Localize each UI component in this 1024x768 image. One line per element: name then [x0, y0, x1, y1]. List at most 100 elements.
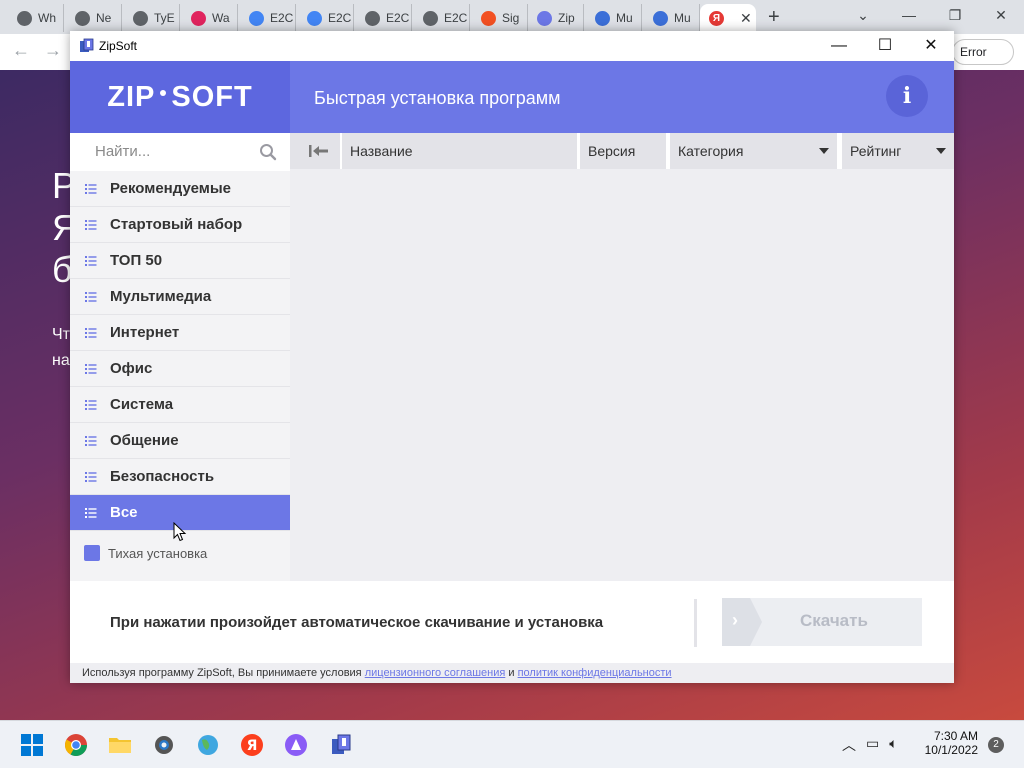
collapse-icon [309, 145, 328, 157]
chrome-icon[interactable] [64, 733, 88, 757]
sidebar-item[interactable]: Общение [70, 423, 290, 459]
browser-close-button[interactable]: ✕ [978, 0, 1024, 34]
install-footer: При нажатии произойдет автоматическое ск… [70, 581, 954, 663]
list-icon [85, 328, 97, 338]
network-icon[interactable]: ▭ [866, 735, 879, 755]
tab-favicon-icon [423, 10, 438, 26]
browser-restore-button[interactable]: ❐ [932, 0, 978, 34]
error-chip[interactable]: Error [952, 39, 1014, 65]
tab-close-icon[interactable]: ✕ [740, 10, 752, 27]
sidebar-item-label: Система [110, 396, 174, 413]
back-arrow-icon[interactable]: ← [12, 40, 30, 61]
privacy-policy-link[interactable]: политик конфиденциальности [518, 667, 672, 679]
footer-divider [694, 599, 697, 647]
tab-favicon-icon [365, 10, 380, 26]
maps-globe-icon[interactable] [196, 733, 220, 757]
search-input[interactable] [95, 143, 245, 160]
bg-text-line-1: Чт [52, 326, 70, 343]
download-label: Скачать [800, 611, 868, 630]
download-arrow-shape [722, 598, 762, 646]
windows-start-icon[interactable] [20, 733, 44, 757]
column-header-category[interactable]: Категория [670, 133, 837, 169]
browser-tab[interactable]: Mu [586, 4, 642, 32]
browser-tab[interactable]: Mu [644, 4, 700, 32]
sidebar-item[interactable]: Безопасность [70, 459, 290, 495]
browser-tab[interactable]: Sig [472, 4, 528, 32]
category-list: Рекомендуемые Стартовый набор ТОП 50 Мульти… [70, 171, 290, 531]
browser-window-controls: ⌄ — ❐ ✕ [840, 0, 1024, 34]
collapse-sidebar-button[interactable] [290, 133, 340, 169]
browser-tab[interactable]: E2C [298, 4, 354, 32]
list-icon [85, 472, 97, 482]
license-text: Используя программу ZipSoft, Вы принимае… [82, 667, 365, 679]
column-header-rating[interactable]: Рейтинг [842, 133, 954, 169]
sidebar-item[interactable]: Офис [70, 351, 290, 387]
volume-icon[interactable]: 🔈︎ [889, 735, 897, 755]
system-clock[interactable]: 7:30 AM 10/1/2022 [920, 729, 978, 757]
yandex-browser-icon[interactable]: Я [240, 733, 264, 757]
info-button[interactable]: i [886, 75, 928, 117]
sidebar-item-label: Мультимедиа [110, 288, 212, 305]
close-button[interactable]: ✕ [908, 31, 954, 61]
browser-tab[interactable]: Wa [182, 4, 238, 32]
chevron-up-icon[interactable]: ︿ [842, 735, 856, 755]
install-message: При нажатии произойдет автоматическое ск… [110, 614, 604, 631]
windows-taskbar: Я ︿ ▭ 🔈︎ 7:30 AM 10/1/2022 2 [0, 720, 1024, 768]
zipsoft-taskbar-icon[interactable] [330, 733, 354, 757]
tab-favicon-icon [17, 10, 32, 26]
tab-label: E2C [270, 11, 294, 25]
silent-install-checkbox[interactable] [84, 545, 100, 561]
browser-tab[interactable]: Ne [66, 4, 122, 32]
download-button[interactable]: › Скачать [722, 598, 922, 646]
browser-tab[interactable]: Zip [528, 4, 584, 32]
list-icon [85, 256, 97, 266]
maximize-button[interactable]: ☐ [862, 31, 908, 61]
sidebar-item[interactable]: Стартовый набор [70, 207, 290, 243]
minimize-button[interactable]: — [816, 31, 862, 61]
tab-favicon-icon [537, 10, 552, 26]
notification-badge[interactable]: 2 [988, 737, 1004, 753]
browser-tab[interactable]: TyE [124, 4, 180, 32]
list-icon [85, 184, 97, 194]
sidebar-item-label: Офис [110, 360, 153, 377]
file-explorer-icon[interactable] [108, 733, 132, 757]
tab-favicon-icon [133, 10, 148, 26]
list-icon [85, 364, 97, 374]
tab-search-icon[interactable]: ⌄ [840, 0, 886, 34]
zipsoft-app-icon [80, 38, 94, 52]
sidebar-item[interactable]: Рекомендуемые [70, 171, 290, 207]
alice-assistant-icon[interactable] [284, 733, 308, 757]
tab-label: Mu [674, 11, 691, 25]
tab-label: Mu [616, 11, 633, 25]
settings-gear-icon[interactable] [152, 733, 176, 757]
sidebar-item[interactable]: Система [70, 387, 290, 423]
tab-favicon-icon [307, 10, 322, 26]
browser-tab[interactable]: Я ✕ [700, 4, 756, 32]
silent-install-option[interactable]: Тихая установка [84, 545, 207, 561]
forward-arrow-icon[interactable]: → [44, 40, 62, 61]
browser-tab[interactable]: E2C [240, 4, 296, 32]
svg-text:Я: Я [247, 738, 258, 754]
sidebar-item[interactable]: Мультимедиа [70, 279, 290, 315]
search-icon[interactable] [259, 143, 277, 161]
sidebar-item[interactable]: Интернет [70, 315, 290, 351]
browser-tab[interactable]: E2C [356, 4, 412, 32]
column-header-name[interactable]: Название [342, 133, 577, 169]
table-header: Название Версия Категория Рейтинг [290, 133, 954, 169]
license-agreement-link[interactable]: лицензионного соглашения [365, 667, 506, 679]
column-category-label: Категория [678, 143, 744, 159]
browser-tab[interactable]: Wh [8, 4, 64, 32]
window-titlebar[interactable]: ZipSoft — ☐ ✕ [70, 31, 954, 61]
tab-label: E2C [444, 11, 468, 25]
silent-install-label: Тихая установка [108, 545, 208, 561]
new-tab-button[interactable]: + [768, 6, 780, 29]
list-icon [85, 292, 97, 302]
browser-minimize-button[interactable]: — [886, 0, 932, 34]
dropdown-arrow-icon [936, 148, 946, 154]
sidebar-item[interactable]: ТОП 50 [70, 243, 290, 279]
browser-tab[interactable]: E2C [414, 4, 470, 32]
tab-favicon-icon [75, 10, 90, 26]
column-header-version[interactable]: Версия [580, 133, 666, 169]
tab-favicon-icon [249, 10, 264, 26]
zipsoft-window: ZipSoft — ☐ ✕ ZIP SOFT Быстрая установка… [70, 31, 954, 683]
